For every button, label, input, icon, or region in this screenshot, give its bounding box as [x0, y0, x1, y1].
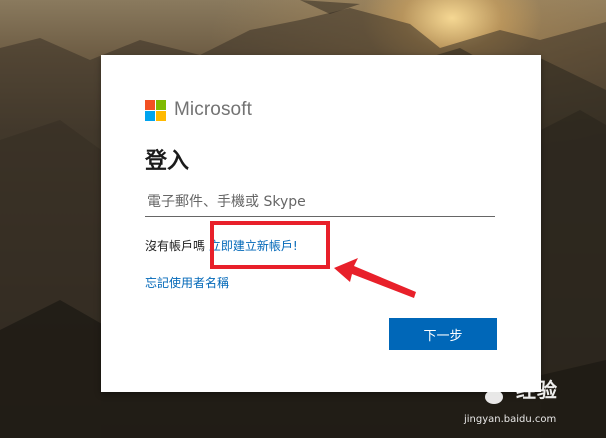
logo-square-red [145, 99, 155, 110]
watermark-title: 经验 [516, 378, 558, 402]
email-field[interactable] [145, 187, 495, 217]
microsoft-logo: Microsoft [145, 99, 252, 121]
watermark-url: jingyan.baidu.com [464, 414, 557, 425]
forgot-username-link[interactable]: 忘記使用者名稱 [145, 274, 229, 291]
logo-square-blue [145, 110, 155, 121]
annotation-highlight-box [210, 221, 330, 269]
next-button[interactable]: 下一步 [389, 318, 497, 350]
microsoft-logo-icon [145, 99, 166, 121]
logo-square-yellow [156, 110, 166, 121]
annotation-arrow-icon [334, 258, 416, 298]
page-title: 登入 [145, 149, 190, 174]
logo-square-green [156, 99, 166, 110]
paw-icon [479, 375, 510, 404]
baidu-watermark: 经验 jingyan.baidu.com [458, 362, 604, 436]
brand-name: Microsoft [174, 99, 252, 120]
no-account-label: 沒有帳戶嗎 [145, 239, 206, 253]
